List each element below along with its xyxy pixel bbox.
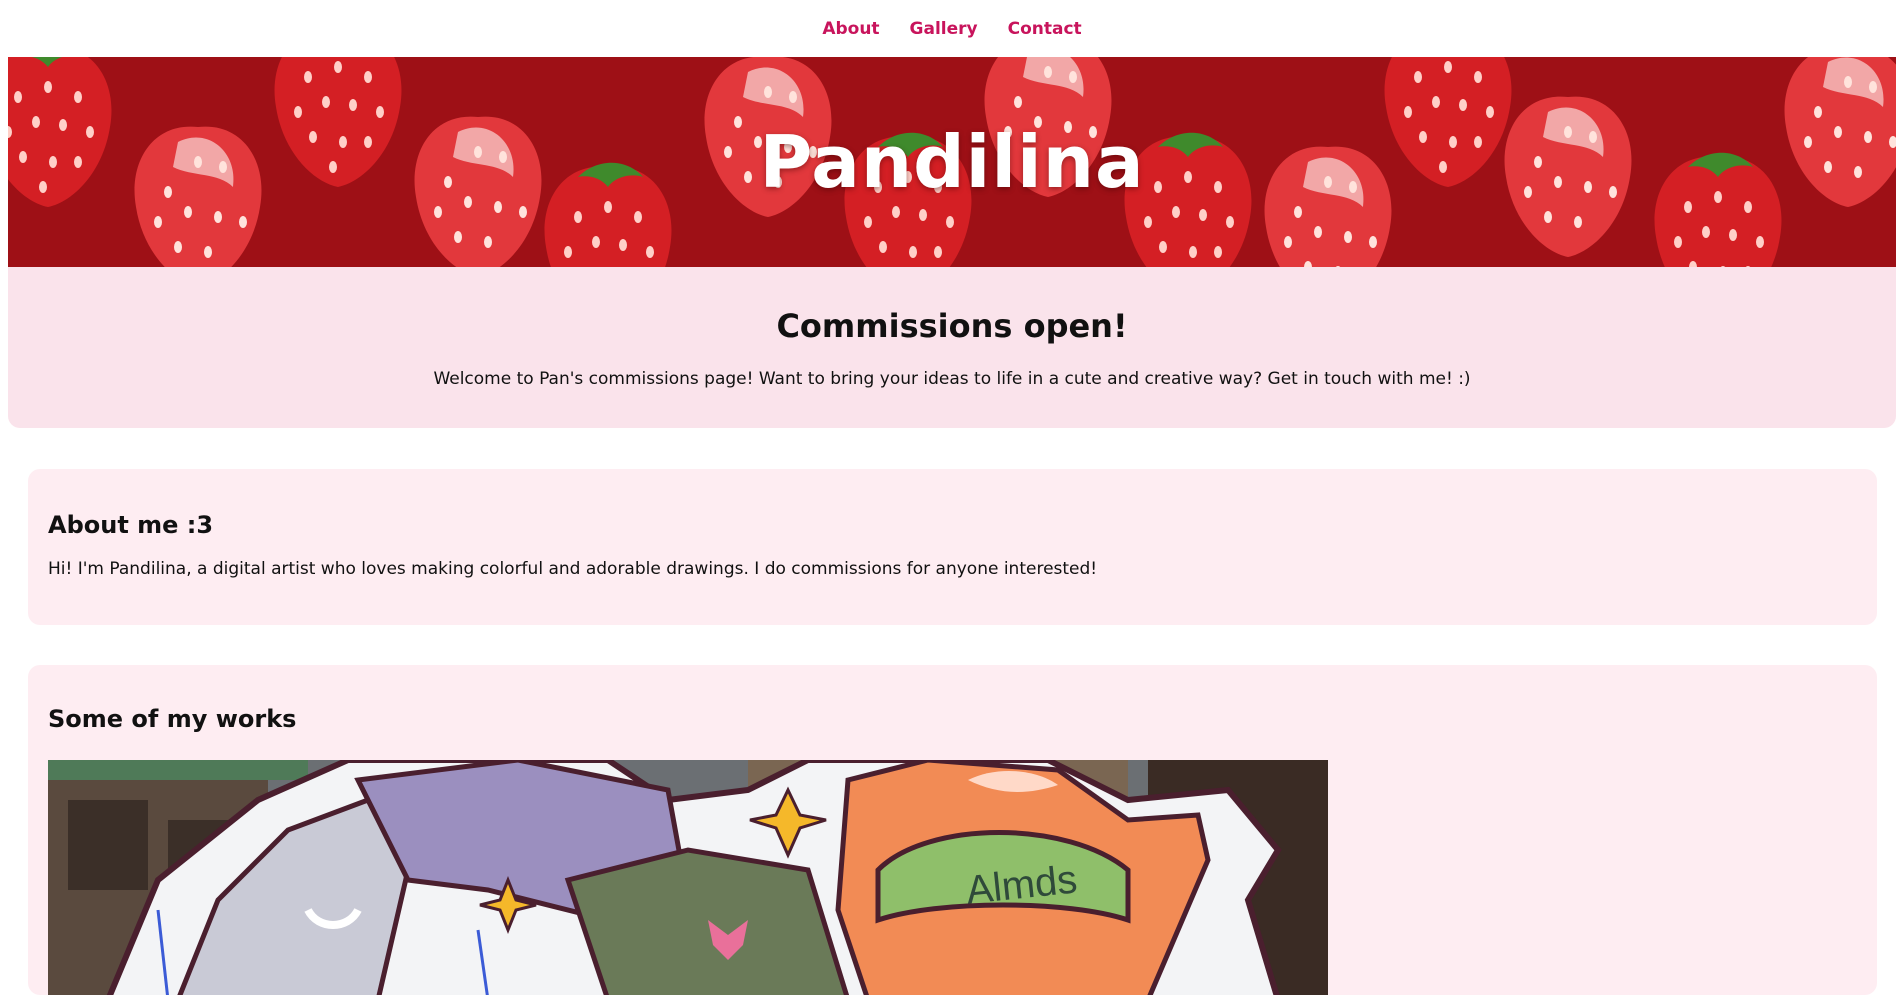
artwork-image: Almds: [48, 760, 1328, 995]
artwork-illustration: Almds: [48, 760, 1328, 995]
nav-link-gallery[interactable]: Gallery: [910, 19, 978, 39]
about-section: About me :3 Hi! I'm Pandilina, a digital…: [28, 469, 1877, 625]
about-text: Hi! I'm Pandilina, a digital artist who …: [48, 559, 1098, 579]
nav-link-about[interactable]: About: [822, 19, 879, 39]
top-nav: About Gallery Contact: [0, 0, 1904, 57]
site-title: Pandilina: [759, 120, 1145, 204]
works-section: Some of my works Almds: [28, 665, 1877, 995]
works-heading: Some of my works: [48, 705, 297, 733]
hero-banner: Pandilina: [8, 57, 1896, 267]
commissions-text: Welcome to Pan's commissions page! Want …: [433, 369, 1471, 389]
about-heading: About me :3: [48, 511, 214, 539]
commissions-heading: Commissions open!: [776, 307, 1128, 345]
nav-link-contact[interactable]: Contact: [1008, 19, 1082, 39]
commissions-banner: Commissions open! Welcome to Pan's commi…: [8, 267, 1896, 428]
